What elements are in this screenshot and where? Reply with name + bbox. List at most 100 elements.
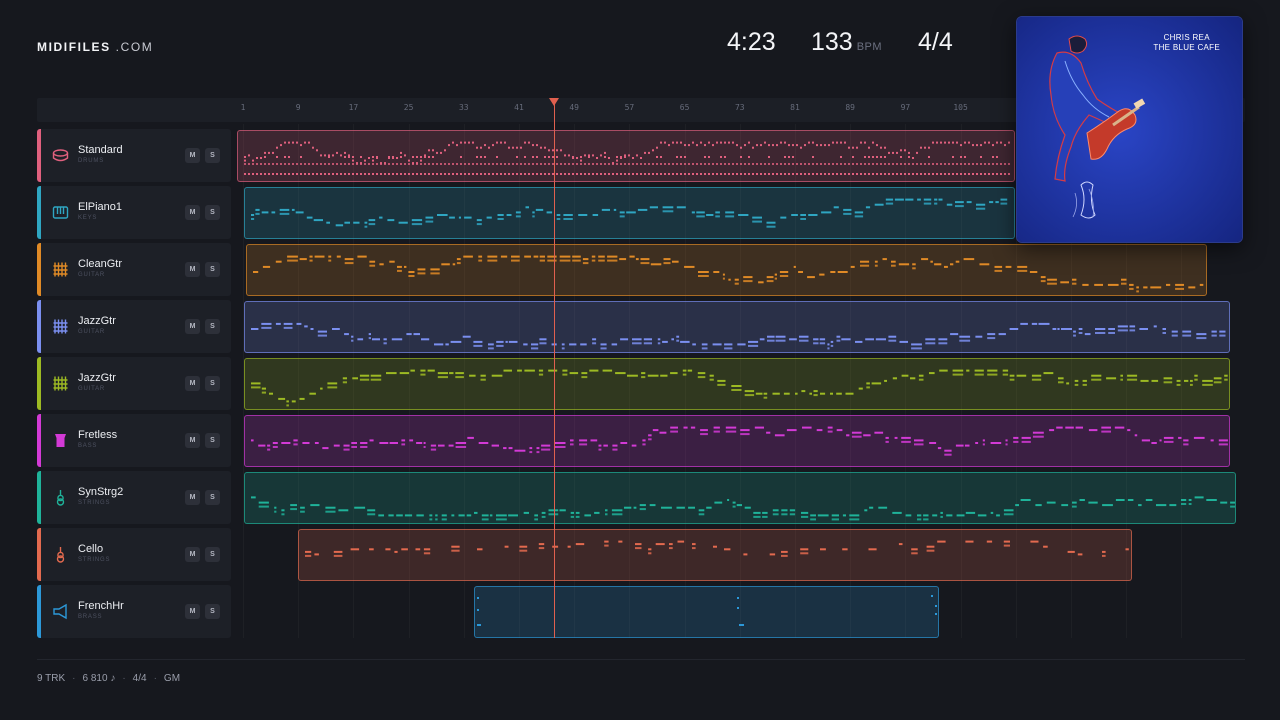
midi-clip[interactable] xyxy=(244,301,1230,353)
track-name: Fretless xyxy=(78,429,118,441)
track-category: STRINGS xyxy=(78,557,111,563)
track-color-stripe xyxy=(37,414,41,467)
track-name: SynStrg2 xyxy=(78,486,124,498)
track-header-elpiano1[interactable]: ElPiano1 KEYS M S xyxy=(37,186,231,239)
clip-notes xyxy=(251,322,1226,350)
mute-button[interactable]: M xyxy=(185,490,200,505)
solo-button[interactable]: S xyxy=(205,490,220,505)
solo-button[interactable]: S xyxy=(205,604,220,619)
horn-icon xyxy=(52,603,69,620)
ruler-tick: 1 xyxy=(240,103,246,112)
mute-button[interactable]: M xyxy=(185,376,200,391)
track-color-stripe xyxy=(37,300,41,353)
track-header-fretless[interactable]: Fretless BASS M S xyxy=(37,414,231,467)
solo-button[interactable]: S xyxy=(205,205,220,220)
track-name: JazzGtr xyxy=(78,372,116,384)
solo-button[interactable]: S xyxy=(205,376,220,391)
track-header-frenchhr[interactable]: FrenchHr BRASS M S xyxy=(37,585,231,638)
mute-button[interactable]: M xyxy=(185,319,200,334)
mute-button[interactable]: M xyxy=(185,604,200,619)
tempo-value: 133 xyxy=(811,28,853,56)
ruler-tick: 49 xyxy=(569,103,580,112)
footer-summary: 9 TRK · 6 810 ♪ · 4/4 · GM xyxy=(37,673,180,684)
solo-button[interactable]: S xyxy=(205,547,220,562)
album-artist: CHRIS REA xyxy=(1163,33,1210,42)
midi-clip[interactable] xyxy=(244,358,1230,410)
footer-track-count: 9 TRK xyxy=(37,673,66,684)
midi-clip[interactable] xyxy=(237,130,1015,182)
footer-time-signature: 4/4 xyxy=(132,673,147,684)
ruler-tick: 73 xyxy=(734,103,745,112)
clip-notes xyxy=(477,595,937,626)
track-header-synstrg2[interactable]: SynStrg2 STRINGS M S xyxy=(37,471,231,524)
album-title: THE BLUE CAFE xyxy=(1153,43,1220,52)
track-color-stripe xyxy=(37,243,41,296)
midi-clip[interactable] xyxy=(298,529,1132,581)
track-name: Cello xyxy=(78,543,104,555)
ruler-tick: 9 xyxy=(295,103,301,112)
tempo-unit: BPM xyxy=(856,41,883,53)
track-name: Standard xyxy=(78,144,123,156)
solo-button[interactable]: S xyxy=(205,262,220,277)
time-signature-readout: 4/4 xyxy=(918,28,953,56)
piano-icon xyxy=(52,204,69,221)
footer-note-count: 6 810 ♪ xyxy=(82,673,116,684)
track-header-cello[interactable]: Cello STRINGS M S xyxy=(37,528,231,581)
solo-button[interactable]: S xyxy=(205,148,220,163)
playhead-marker[interactable] xyxy=(548,98,559,106)
solo-button[interactable]: S xyxy=(205,319,220,334)
track-category: DRUMS xyxy=(78,158,104,164)
track-color-stripe xyxy=(37,528,41,581)
mute-button[interactable]: M xyxy=(185,148,200,163)
midi-clip[interactable] xyxy=(244,415,1230,467)
track-color-stripe xyxy=(37,357,41,410)
track-category: BRASS xyxy=(78,614,103,620)
ruler-tick: 105 xyxy=(953,103,968,112)
clip-notes xyxy=(305,540,1129,557)
guitar-grid-icon xyxy=(52,261,69,278)
mute-button[interactable]: M xyxy=(185,547,200,562)
ruler-tick: 41 xyxy=(514,103,524,112)
ruler-tick: 81 xyxy=(790,103,800,112)
tempo-readout: 133 BPM xyxy=(811,28,882,57)
playhead-line[interactable] xyxy=(553,99,555,638)
ruler-tick: 17 xyxy=(348,103,359,112)
track-category: STRINGS xyxy=(78,500,111,506)
ruler-tick: 97 xyxy=(900,103,911,112)
clip-notes xyxy=(251,496,1235,521)
track-header-jazzgtr[interactable]: JazzGtr GUITAR M S xyxy=(37,300,231,353)
guitar-grid-icon xyxy=(52,375,69,392)
violin-icon xyxy=(52,546,69,563)
midi-clip[interactable] xyxy=(246,244,1207,296)
track-name: CleanGtr xyxy=(78,258,123,270)
clip-notes xyxy=(251,198,1008,228)
footer-separator: · xyxy=(153,673,157,684)
track-category: KEYS xyxy=(78,215,98,221)
bass-icon xyxy=(52,432,69,449)
clip-notes xyxy=(244,141,1010,175)
midi-clip[interactable] xyxy=(474,586,939,638)
track-color-stripe xyxy=(37,186,41,239)
track-color-stripe xyxy=(37,129,41,182)
ruler-tick: 89 xyxy=(845,103,856,112)
album-cover-text: CHRIS REA THE BLUE CAFE xyxy=(1153,33,1220,53)
violin-icon xyxy=(52,489,69,506)
midi-clip[interactable] xyxy=(244,187,1015,239)
track-category: GUITAR xyxy=(78,272,106,278)
track-header-standard[interactable]: Standard DRUMS M S xyxy=(37,129,231,182)
track-header-jazzgtr[interactable]: JazzGtr GUITAR M S xyxy=(37,357,231,410)
mute-button[interactable]: M xyxy=(185,433,200,448)
solo-button[interactable]: S xyxy=(205,433,220,448)
brand-light: .COM xyxy=(115,40,154,54)
track-color-stripe xyxy=(37,585,41,638)
mute-button[interactable]: M xyxy=(185,262,200,277)
drum-icon xyxy=(52,147,69,164)
album-cover: CHRIS REA THE BLUE CAFE xyxy=(1016,16,1243,243)
track-header-cleangtr[interactable]: CleanGtr GUITAR M S xyxy=(37,243,231,296)
midi-clip[interactable] xyxy=(244,472,1236,524)
brand-bold: MIDIFILES xyxy=(37,40,111,54)
track-name: ElPiano1 xyxy=(78,201,123,213)
clip-notes xyxy=(251,426,1228,456)
mute-button[interactable]: M xyxy=(185,205,200,220)
ruler-tick: 33 xyxy=(458,103,469,112)
